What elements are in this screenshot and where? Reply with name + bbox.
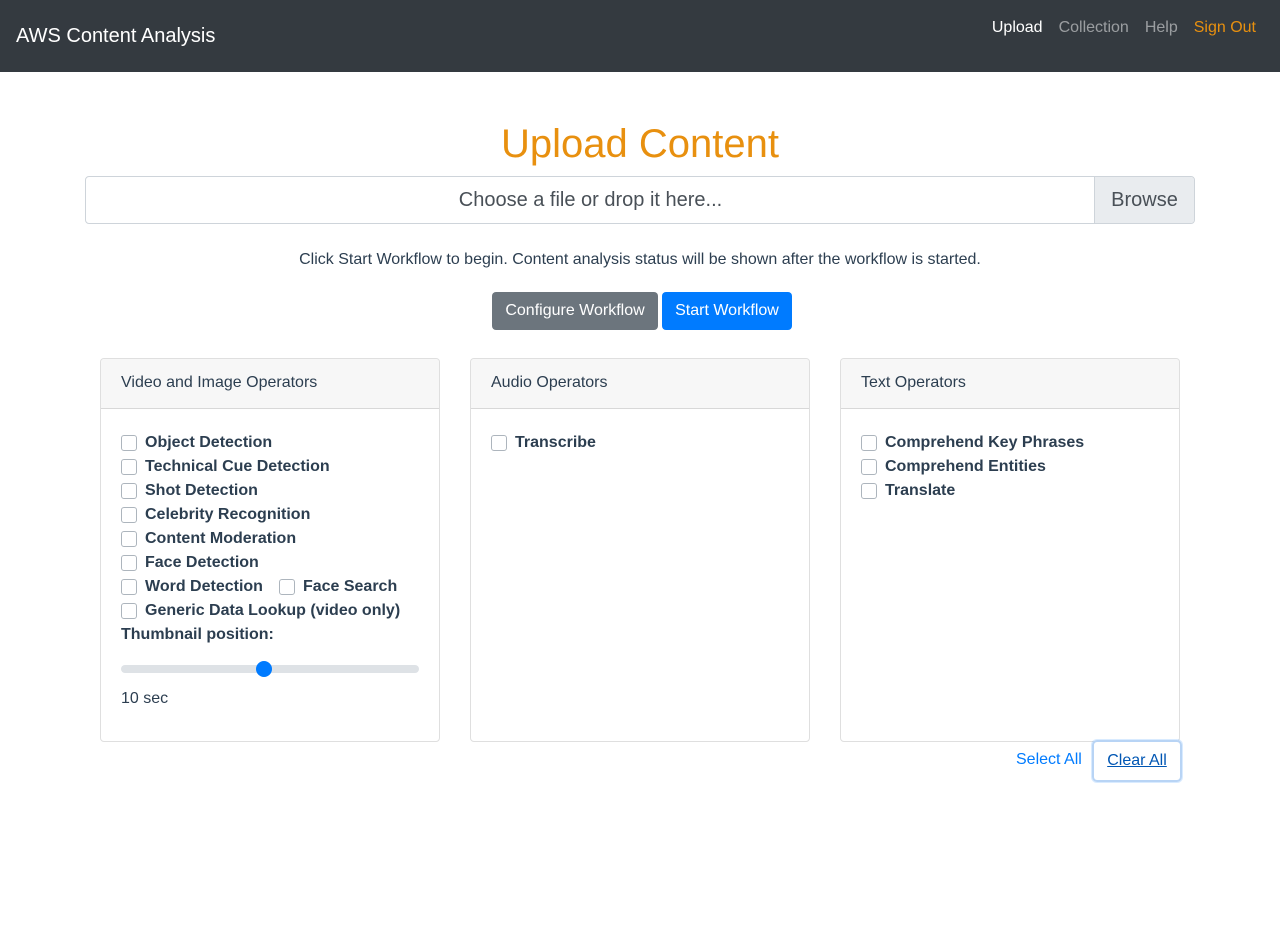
thumbnail-position-label: Thumbnail position: xyxy=(121,626,274,643)
operator-object-detection[interactable]: Object Detection xyxy=(121,431,419,455)
operator-comprehend-entities[interactable]: Comprehend Entities xyxy=(861,455,1159,479)
brand-title[interactable]: AWS Content Analysis xyxy=(16,24,215,48)
browse-button[interactable]: Browse xyxy=(1094,177,1194,223)
comprehend-key-phrases-label[interactable]: Comprehend Key Phrases xyxy=(885,431,1084,455)
workflow-instructions: Click Start Workflow to begin. Content a… xyxy=(299,251,981,268)
nav-upload-link[interactable]: Upload xyxy=(984,16,1051,40)
face-detection-label[interactable]: Face Detection xyxy=(145,551,259,575)
comprehend-key-phrases-checkbox[interactable] xyxy=(861,435,877,451)
nav-collection-link[interactable]: Collection xyxy=(1051,16,1137,40)
video-operators-body: Object Detection Technical Cue Detection… xyxy=(101,409,439,709)
technical-cue-detection-label[interactable]: Technical Cue Detection xyxy=(145,455,330,479)
face-search-checkbox[interactable] xyxy=(278,579,295,595)
content-moderation-label[interactable]: Content Moderation xyxy=(145,527,296,551)
operator-content-moderation[interactable]: Content Moderation xyxy=(121,527,419,551)
transcribe-checkbox[interactable] xyxy=(491,435,507,451)
content-moderation-checkbox[interactable] xyxy=(121,531,137,547)
operator-face-search[interactable]: Face Search xyxy=(278,575,397,599)
face-detection-checkbox[interactable] xyxy=(121,555,137,571)
operator-celebrity-recognition[interactable]: Celebrity Recognition xyxy=(121,503,419,527)
object-detection-label[interactable]: Object Detection xyxy=(145,431,272,455)
shot-detection-checkbox[interactable] xyxy=(121,483,137,499)
comprehend-entities-checkbox[interactable] xyxy=(861,459,877,475)
object-detection-checkbox[interactable] xyxy=(121,435,137,451)
video-operators-header: Video and Image Operators xyxy=(101,359,439,409)
clear-all-button[interactable]: Clear All xyxy=(1092,740,1182,782)
top-navbar: AWS Content Analysis Upload Collection H… xyxy=(0,0,1280,72)
translate-label[interactable]: Translate xyxy=(885,479,955,503)
text-operators-header: Text Operators xyxy=(841,359,1179,409)
operator-transcribe[interactable]: Transcribe xyxy=(491,431,789,455)
video-operators-card: Video and Image Operators Object Detecti… xyxy=(100,358,440,742)
operator-face-detection[interactable]: Face Detection xyxy=(121,551,419,575)
configure-workflow-button[interactable]: Configure Workflow xyxy=(492,292,658,330)
file-upload-field[interactable]: Choose a file or drop it here... Browse xyxy=(85,176,1195,224)
nav-help-link[interactable]: Help xyxy=(1137,16,1186,40)
translate-checkbox[interactable] xyxy=(861,483,877,499)
transcribe-label[interactable]: Transcribe xyxy=(515,431,596,455)
face-search-label[interactable]: Face Search xyxy=(303,575,397,599)
start-workflow-button[interactable]: Start Workflow xyxy=(662,292,792,330)
generic-data-lookup-label[interactable]: Generic Data Lookup (video only) xyxy=(145,599,400,623)
celebrity-recognition-checkbox[interactable] xyxy=(121,507,137,523)
operator-translate[interactable]: Translate xyxy=(861,479,1159,503)
operator-shot-detection[interactable]: Shot Detection xyxy=(121,479,419,503)
word-detection-label[interactable]: Word Detection xyxy=(145,575,263,599)
slider-thumb[interactable] xyxy=(256,661,273,677)
celebrity-recognition-label[interactable]: Celebrity Recognition xyxy=(145,503,310,527)
generic-data-lookup-checkbox[interactable] xyxy=(121,603,137,619)
nav-links: Upload Collection Help Sign Out xyxy=(984,16,1264,40)
word-detection-checkbox[interactable] xyxy=(121,579,137,595)
file-upload-placeholder[interactable]: Choose a file or drop it here... xyxy=(86,177,1095,223)
thumbnail-position-slider[interactable] xyxy=(121,659,419,679)
operator-comprehend-key-phrases[interactable]: Comprehend Key Phrases xyxy=(861,431,1159,455)
text-operators-card: Text Operators Comprehend Key Phrases Co… xyxy=(840,358,1180,742)
thumbnail-position-value: 10 sec xyxy=(121,690,169,707)
comprehend-entities-label[interactable]: Comprehend Entities xyxy=(885,455,1046,479)
audio-operators-header: Audio Operators xyxy=(471,359,809,409)
select-all-button[interactable]: Select All xyxy=(1016,750,1082,770)
operator-generic-data-lookup[interactable]: Generic Data Lookup (video only) xyxy=(121,599,419,623)
audio-operators-card: Audio Operators Transcribe xyxy=(470,358,810,742)
technical-cue-detection-checkbox[interactable] xyxy=(121,459,137,475)
nav-sign-out-link[interactable]: Sign Out xyxy=(1186,16,1264,40)
operator-technical-cue-detection[interactable]: Technical Cue Detection xyxy=(121,455,419,479)
shot-detection-label[interactable]: Shot Detection xyxy=(145,479,258,503)
operator-word-face-row: Word Detection Face Search xyxy=(121,575,419,599)
page-title: Upload Content xyxy=(501,122,779,166)
text-operators-body: Comprehend Key Phrases Comprehend Entiti… xyxy=(841,409,1179,503)
audio-operators-body: Transcribe xyxy=(471,409,809,455)
